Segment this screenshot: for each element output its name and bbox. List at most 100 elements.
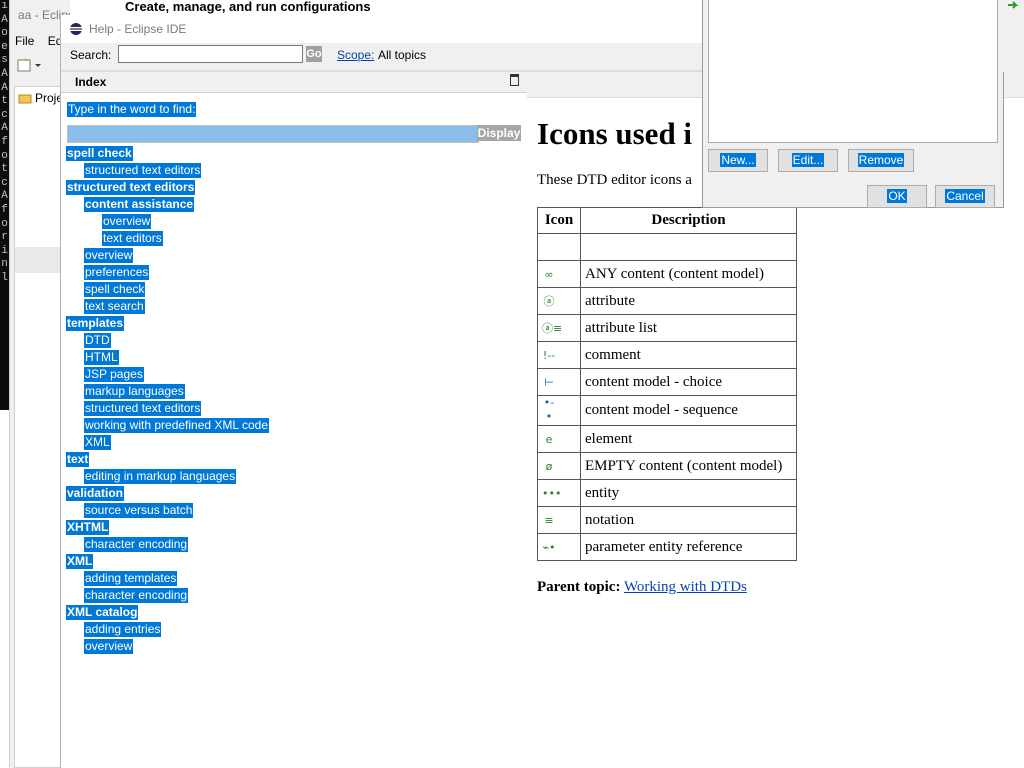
parent-topic: Parent topic: Working with DTDs [537, 579, 747, 596]
index-entry[interactable]: editing in markup languages [84, 469, 237, 484]
index-entry[interactable]: DTD [84, 333, 111, 348]
comment-icon: !-- [542, 348, 556, 362]
table-row: ⓐ≡ attribute list [537, 314, 797, 342]
index-entry[interactable]: XML [84, 435, 111, 450]
index-entry[interactable]: character encoding [84, 537, 189, 552]
cancel-button[interactable]: Cancel [935, 185, 995, 208]
table-row: •-• content model - sequence [537, 395, 797, 426]
terminal-char: A [1, 13, 8, 26]
description-cell: entity [580, 479, 797, 507]
help-window-title: Help - Eclipse IDE [89, 22, 187, 36]
index-entry[interactable]: character encoding [84, 588, 189, 603]
empty-icon [542, 238, 556, 252]
icon-cell: ⌁• [537, 533, 581, 561]
new-button[interactable]: New... [708, 149, 768, 172]
index-entry[interactable]: source versus batch [84, 503, 194, 518]
index-entry[interactable]: adding entries [84, 622, 162, 637]
index-entry[interactable]: XML catalog [66, 605, 139, 620]
parameter-entity-reference-icon: ⌁• [542, 540, 556, 554]
index-entry[interactable]: preferences [84, 265, 150, 280]
terminal-char: o [1, 149, 8, 162]
table-row: ••• entity [537, 479, 797, 507]
index-entry[interactable]: text [66, 452, 90, 467]
index-entry[interactable]: structured text editors [84, 401, 202, 416]
terminal-char: o [1, 217, 8, 230]
search-input[interactable] [118, 45, 303, 63]
index-pane-header: Index [61, 72, 527, 93]
index-entry[interactable]: HTML [84, 350, 119, 365]
ok-button[interactable]: OK [867, 185, 927, 208]
page-title: Icons used i [537, 116, 693, 151]
index-pane: Index Type in the word to find: Display … [61, 72, 528, 768]
empty-content-icon: ø [545, 459, 553, 473]
index-entry[interactable]: XML [66, 554, 94, 569]
terminal-window-edge: ıAoesAAtcAfotcAforinl [0, 0, 9, 410]
index-entry[interactable]: spell check [84, 282, 146, 297]
run-config-dialog-title: Create, manage, and run configurations [116, 0, 702, 15]
icon-cell: ø [537, 452, 581, 480]
terminal-char: f [1, 135, 8, 148]
parent-topic-link[interactable]: Working with DTDs [624, 579, 747, 595]
folder-icon [18, 94, 32, 104]
index-entry[interactable]: templates [66, 316, 125, 331]
table-row [537, 233, 797, 261]
index-entry[interactable]: structured text editors [84, 163, 202, 178]
terminal-char: c [1, 176, 8, 189]
go-button[interactable]: Go [306, 46, 322, 62]
display-button[interactable]: Display [477, 125, 521, 141]
table-row: !-- comment [537, 341, 797, 369]
index-entry[interactable]: overview [84, 639, 134, 654]
index-entry[interactable]: validation [66, 486, 125, 501]
new-icon[interactable] [15, 56, 55, 74]
index-entry[interactable]: content assistance [84, 197, 195, 212]
index-entry[interactable]: JSP pages [84, 367, 144, 382]
remove-button[interactable]: Remove [848, 149, 914, 172]
table-row: e element [537, 425, 797, 453]
icon-cell: e [537, 425, 581, 453]
index-entry[interactable]: working with predefined XML code [84, 418, 269, 433]
description-cell: EMPTY content (content model) [580, 452, 797, 480]
element-icon: e [545, 432, 553, 446]
description-cell [580, 233, 797, 261]
index-search-input[interactable] [67, 125, 479, 143]
index-entry[interactable]: text search [84, 299, 145, 314]
description-cell: content model - choice [580, 368, 797, 396]
index-entry[interactable]: structured text editors [66, 180, 196, 195]
index-entry[interactable]: overview [102, 214, 152, 229]
table-header-row: Icon Description [537, 207, 797, 234]
index-find-label: Type in the word to find: [67, 102, 197, 117]
project-explorer-label[interactable]: Proje [35, 91, 63, 105]
description-cell: ANY content (content model) [580, 260, 797, 288]
index-entry[interactable]: overview [84, 248, 134, 263]
icons-table: Icon Description ∞ ANY content (content m… [537, 207, 797, 561]
terminal-char: e [1, 40, 8, 53]
index-entry[interactable]: markup languages [84, 384, 185, 399]
terminal-char: s [1, 54, 8, 67]
index-entry[interactable]: adding templates [84, 571, 178, 586]
index-entry[interactable]: spell check [66, 146, 133, 161]
icon-cell: ∞ [537, 260, 581, 288]
attribute-icon: ⓐ [543, 294, 555, 308]
config-list[interactable] [708, 0, 998, 143]
index-entry[interactable]: XHTML [66, 520, 110, 535]
search-label: Search: [70, 48, 112, 62]
terminal-char: i [1, 244, 8, 257]
menu-file[interactable]: File [15, 34, 34, 48]
maximize-icon[interactable] [510, 74, 519, 86]
notation-icon: ≡ [544, 513, 554, 527]
index-entry[interactable]: text editors [102, 231, 163, 246]
terminal-char: t [1, 163, 8, 176]
scope-link[interactable]: Scope: [337, 48, 374, 62]
terminal-char: n [1, 258, 8, 271]
icon-cell: ≡ [537, 506, 581, 534]
icon-cell: ⓐ [537, 287, 581, 315]
edit-button[interactable]: Edit... [778, 149, 838, 172]
description-cell: notation [580, 506, 797, 534]
description-cell: attribute list [580, 314, 797, 342]
terminal-char: c [1, 108, 8, 121]
terminal-char: A [1, 81, 8, 94]
table-row: ⊢ content model - choice [537, 368, 797, 396]
green-arrow-icon [1008, 1, 1019, 9]
terminal-char: r [1, 231, 8, 244]
icon-cell: •-• [537, 395, 581, 426]
